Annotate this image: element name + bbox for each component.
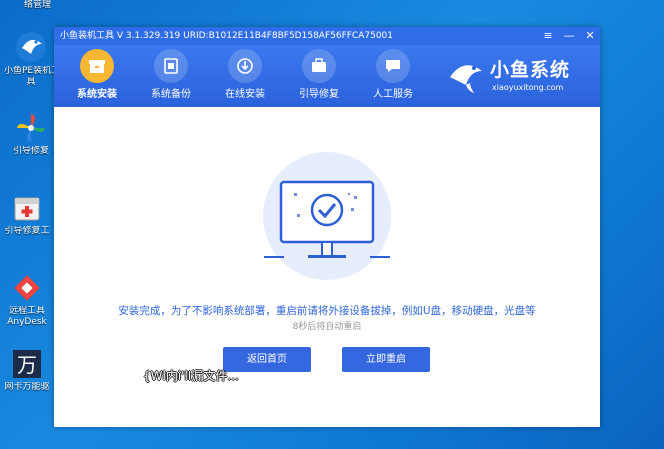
desktop-icon-label: 引导修复	[12, 146, 49, 156]
backup-icon	[154, 49, 188, 83]
toolbox-icon	[302, 49, 336, 83]
desktop-icon-label: 网卡万能驱	[4, 382, 50, 392]
desktop-icon-label: 络管理	[24, 0, 52, 10]
menu-button[interactable]: ≡	[538, 27, 558, 45]
medical-kit-icon	[14, 197, 40, 221]
install-complete-message: 安装完成，为了不影响系统部署，重启前请将外接设备拔掉，例如U盘，移动硬盘，光盘等	[118, 305, 536, 317]
fish-logo-icon	[450, 65, 482, 93]
overlay-status-text: {Wl内i'lI漏文件...	[143, 369, 239, 383]
desktop-icon-anydesk[interactable]: 远程工具 AnyDesk	[0, 272, 54, 328]
fish-app-icon	[16, 32, 46, 62]
svg-text:万: 万	[17, 353, 37, 377]
desktop-icon-driver[interactable]: 万 网卡万能驱	[0, 348, 54, 393]
minimize-button[interactable]: —	[559, 27, 579, 45]
download-icon	[228, 49, 262, 83]
nav-label: 系统备份	[151, 89, 191, 100]
restart-countdown: 8秒后将自动重启	[292, 322, 362, 332]
desktop-icon-label: 引导修复工	[4, 226, 50, 236]
nav-online-install[interactable]: 在线安装	[210, 49, 280, 101]
desktop-icon-pe-tool[interactable]: 小鱼PE装机工 具	[4, 30, 58, 88]
install-box-icon	[80, 49, 114, 83]
nav-system-install[interactable]: 系统安装	[62, 49, 132, 101]
nav-label: 引导修复	[299, 89, 339, 100]
install-complete-illustration	[263, 152, 391, 280]
chat-icon	[376, 49, 410, 83]
desktop-icon-label: 具	[26, 77, 36, 87]
brand-name: 小鱼系统	[490, 59, 571, 81]
desktop-icon-network[interactable]: 络管理	[0, 0, 54, 11]
title-bar[interactable]: 小鱼装机工具 V 3.1.329.319 URID:B1012E11B4F8BF…	[54, 27, 600, 45]
check-circle-icon	[310, 193, 344, 227]
installer-window: 小鱼装机工具 V 3.1.329.319 URID:B1012E11B4F8BF…	[54, 27, 600, 427]
restart-now-button[interactable]: 立即重启	[342, 347, 430, 372]
anydesk-icon	[14, 275, 40, 301]
close-button[interactable]: ✕	[580, 27, 600, 45]
desktop-icon-boot-repair[interactable]: 引导修复	[4, 112, 58, 157]
wan-driver-icon: 万	[13, 350, 41, 378]
nav-manual-service[interactable]: 人工服务	[358, 49, 428, 101]
brand-url: xiaoyuxitong.com	[492, 83, 564, 92]
brand-logo: 小鱼系统 xiaoyuxitong.com	[446, 53, 596, 99]
pinwheel-icon	[17, 114, 45, 142]
window-title: 小鱼装机工具 V 3.1.329.319 URID:B1012E11B4F8BF…	[60, 31, 394, 41]
nav-label: 在线安装	[225, 89, 265, 100]
nav-boot-repair[interactable]: 引导修复	[284, 49, 354, 101]
nav-system-backup[interactable]: 系统备份	[136, 49, 206, 101]
desktop-icon-label: 小鱼PE装机工	[4, 66, 58, 76]
nav-label: 系统安装	[77, 89, 117, 100]
desktop-icon-label: 远程工具	[8, 306, 45, 316]
header-nav: 系统安装 系统备份 在线安装 引导修复 人工服务 小鱼系统 xiaoyuxito…	[54, 45, 600, 107]
desktop-icon-boot-repair-tool[interactable]: 引导修复工	[0, 192, 54, 237]
desktop-icon-label: AnyDesk	[7, 317, 47, 327]
nav-label: 人工服务	[373, 89, 413, 100]
